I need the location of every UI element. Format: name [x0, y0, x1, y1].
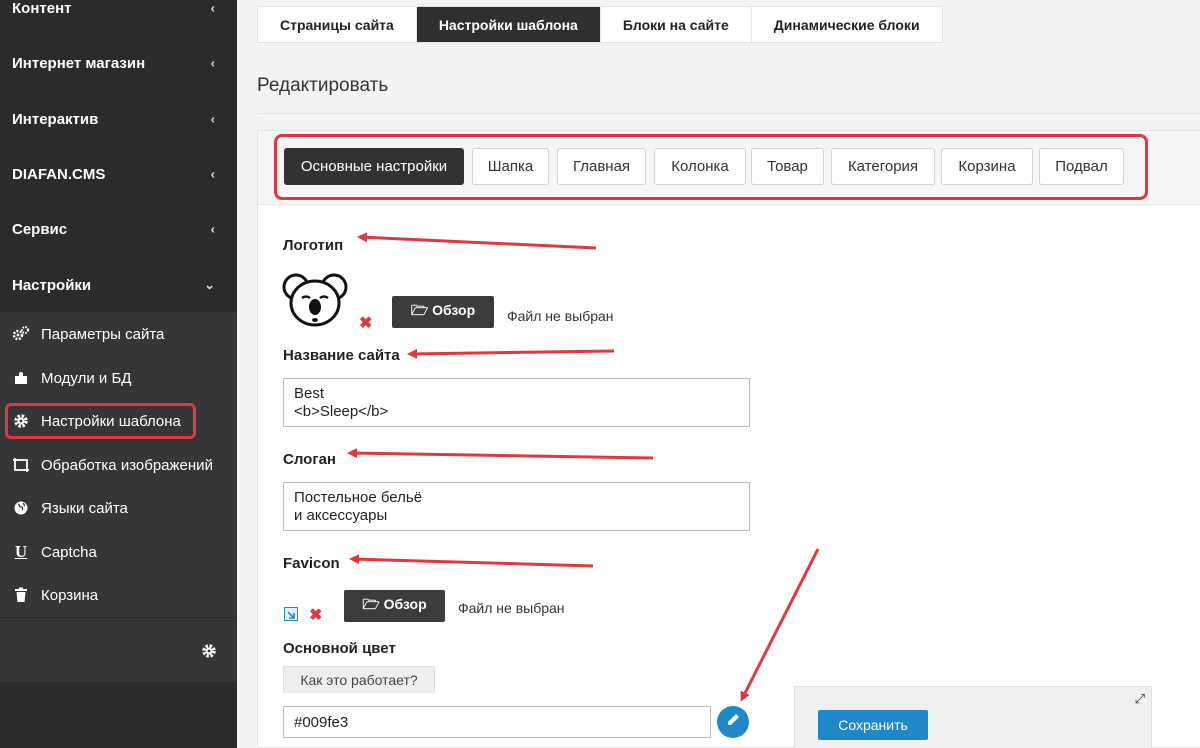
favicon-label: Favicon [283, 555, 340, 572]
color-input[interactable]: #009fe3 [283, 706, 711, 738]
crop-icon [12, 456, 30, 474]
site-name-line: <b>Sleep</b> [294, 403, 389, 420]
slogan-field[interactable]: Постельное бельё и аксессуары [283, 482, 750, 531]
divider [257, 113, 1200, 114]
eyedropper-icon [725, 712, 741, 733]
favicon-browse-button[interactable]: 🗁 Обзор [344, 590, 445, 622]
site-name-label: Название сайта [283, 347, 400, 364]
sidebar-bottom-spacer [0, 682, 237, 748]
chevron-left-icon: ‹ [210, 55, 215, 71]
globe-icon [12, 499, 30, 517]
slogan-line: Постельное бельё [294, 489, 423, 506]
chevron-left-icon: ‹ [210, 221, 215, 237]
delete-favicon-icon[interactable]: ✖ [309, 605, 322, 625]
logo-label: Логотип [283, 237, 344, 254]
sidebar-section-label: Сервис [12, 220, 68, 238]
tab-dynamic-blocks[interactable]: Динамические блоки [751, 7, 942, 42]
chevron-left-icon: ‹ [210, 0, 215, 16]
sidebar-item-label: Настройки шаблона [41, 412, 181, 430]
sidebar-section-label: DIAFAN.CMS [12, 165, 106, 183]
sidebar-item-image-processing[interactable]: Обработка изображений [0, 443, 237, 487]
how-it-works-tab[interactable]: Как это работает? [283, 666, 435, 693]
site-name-line: Best [294, 385, 325, 402]
logo-image [282, 267, 348, 329]
sidebar-section-diafan[interactable]: DIAFAN.CMS ‹ [0, 146, 237, 202]
favicon-file-status: Файл не выбран [458, 600, 565, 616]
gear-icon[interactable] [201, 643, 217, 664]
main-color-label: Основной цвет [283, 640, 396, 657]
puzzle-icon [12, 369, 30, 387]
sidebar-item-label: Языки сайта [41, 499, 128, 517]
sidebar-section-label: Контент [12, 0, 72, 17]
highlight-box [274, 134, 1148, 200]
sidebar-item-languages[interactable]: Языки сайта [0, 486, 237, 530]
underline-icon: U [14, 542, 28, 561]
settings-panel: Основные настройки Шапка Главная Колонка… [257, 130, 1200, 748]
tab-template-settings[interactable]: Настройки шаблона [416, 7, 601, 42]
site-name-field[interactable]: Best <b>Sleep</b> [283, 378, 750, 427]
sidebar-footer [0, 617, 237, 682]
chevron-down-icon: ⌄ [204, 277, 215, 292]
gears-icon [12, 325, 30, 343]
tab-site-pages[interactable]: Страницы сайта [258, 7, 417, 42]
sidebar-section-interactive[interactable]: Интерактив ‹ [0, 91, 237, 147]
color-picker-button[interactable] [717, 706, 749, 738]
sidebar-item-label: Корзина [41, 586, 99, 604]
expand-icon[interactable]: ⤢ [1135, 691, 1145, 707]
sidebar-item-label: Captcha [41, 543, 97, 561]
favicon-image [284, 607, 298, 621]
page-title: Редактировать [257, 75, 389, 96]
logo-file-status: Файл не выбран [507, 308, 614, 324]
sidebar-item-label: Параметры сайта [41, 325, 165, 343]
slogan-line: и аксессуары [294, 507, 388, 524]
sidebar-item-modules[interactable]: Модули и БД [0, 356, 237, 400]
tab-site-blocks[interactable]: Блоки на сайте [600, 7, 752, 42]
top-tabs: Страницы сайта Настройки шаблона Блоки н… [257, 6, 943, 43]
slogan-label: Слоган [283, 451, 336, 468]
save-panel: Сохранить ⤢ [794, 686, 1152, 748]
sidebar-item-label: Обработка изображений [41, 456, 213, 474]
sidebar-item-template-settings[interactable]: Настройки шаблона [0, 399, 237, 443]
sidebar-section-settings[interactable]: Настройки ⌄ [0, 257, 237, 313]
sidebar-item-captcha[interactable]: U Captcha [0, 530, 237, 574]
subtabs-bar: Основные настройки Шапка Главная Колонка… [258, 131, 1200, 205]
save-button[interactable]: Сохранить [818, 710, 928, 740]
chevron-left-icon: ‹ [210, 111, 215, 127]
sidebar-section-label: Интернет магазин [12, 54, 146, 72]
sidebar-item-trash[interactable]: Корзина [0, 573, 237, 617]
chevron-left-icon: ‹ [210, 166, 215, 182]
sidebar-section-service[interactable]: Сервис ‹ [0, 201, 237, 257]
gear-icon [12, 412, 30, 430]
trash-icon [12, 586, 30, 604]
sidebar-section-content[interactable]: Контент ‹ [0, 0, 237, 36]
sidebar: Контент ‹ Интернет магазин ‹ Интерактив … [0, 0, 237, 748]
main-content: Страницы сайта Настройки шаблона Блоки н… [237, 0, 1200, 748]
sidebar-item-label: Модули и БД [41, 369, 132, 387]
sidebar-item-site-params[interactable]: Параметры сайта [0, 312, 237, 356]
logo-browse-button[interactable]: 🗁 Обзор [392, 296, 494, 328]
sidebar-section-label: Настройки [12, 276, 92, 294]
delete-logo-icon[interactable]: ✖ [359, 313, 372, 333]
sidebar-section-label: Интерактив [12, 110, 99, 128]
sidebar-section-shop[interactable]: Интернет магазин ‹ [0, 35, 237, 91]
